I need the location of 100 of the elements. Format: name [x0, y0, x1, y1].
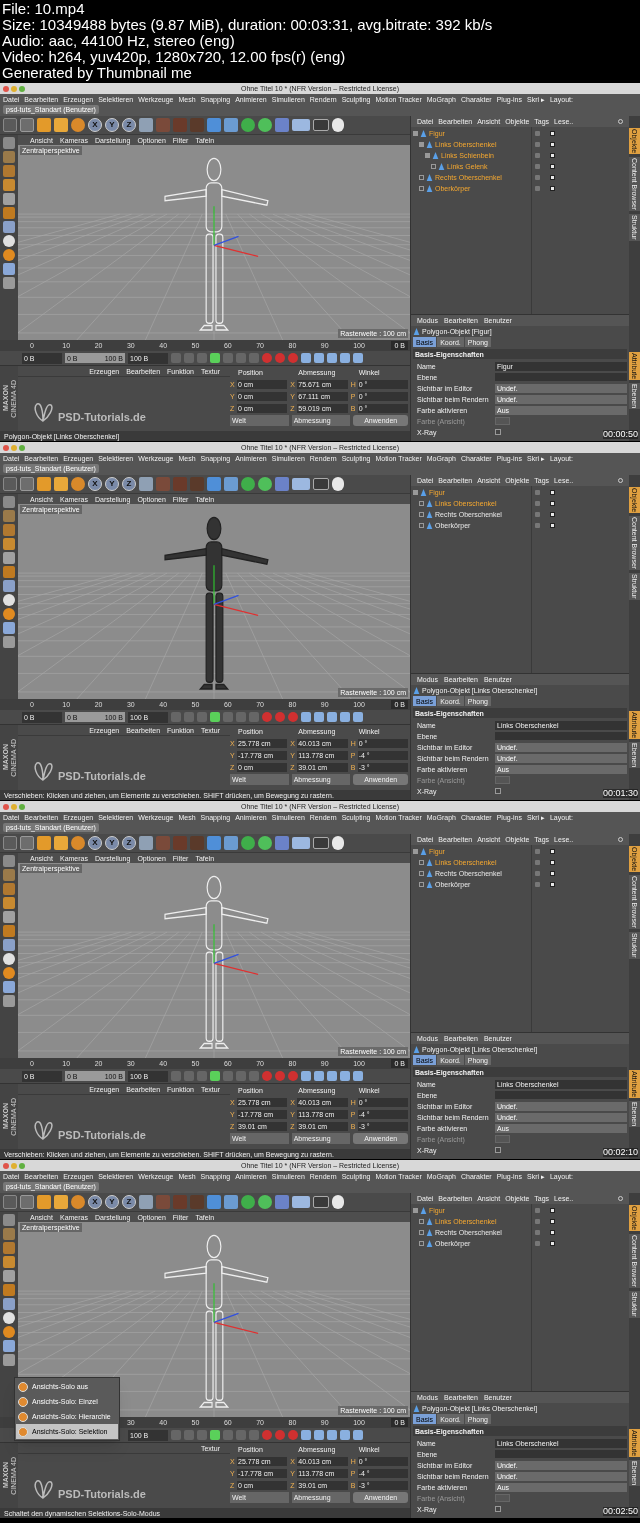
- close-window-icon[interactable]: [3, 803, 9, 810]
- expand-toggle-icon[interactable]: [425, 153, 430, 158]
- visibility-dots-icon[interactable]: [535, 1219, 540, 1224]
- tag-icon[interactable]: [550, 512, 555, 517]
- xray-checkbox[interactable]: [495, 788, 501, 794]
- tag-icon[interactable]: [550, 882, 555, 887]
- visibility-dots-icon[interactable]: [535, 131, 540, 136]
- tag-icon[interactable]: [550, 1241, 555, 1246]
- visibility-dots-icon[interactable]: [535, 849, 540, 854]
- axis-lock-button[interactable]: Y: [105, 1195, 119, 1209]
- expand-toggle-icon[interactable]: [419, 142, 424, 147]
- expand-toggle-icon[interactable]: [431, 164, 436, 169]
- expand-toggle-icon[interactable]: [419, 871, 424, 876]
- axis-lock-button[interactable]: X: [88, 1195, 102, 1209]
- expand-toggle-icon[interactable]: [419, 882, 424, 887]
- watermark-logo-text: PSD-Tutorials.de: [58, 412, 146, 423]
- color-swatch[interactable]: [495, 1135, 510, 1143]
- tag-icon[interactable]: [550, 164, 555, 169]
- tag-icon[interactable]: [550, 523, 555, 528]
- expand-toggle-icon[interactable]: [413, 1208, 418, 1213]
- xray-checkbox[interactable]: [495, 1506, 501, 1512]
- visibility-dots-icon[interactable]: [535, 1241, 540, 1246]
- tag-icon[interactable]: [550, 153, 555, 158]
- polygon-object-icon: [413, 328, 420, 335]
- axis-lock-button[interactable]: Z: [122, 1195, 136, 1209]
- zoom-window-icon[interactable]: [19, 85, 25, 92]
- close-window-icon[interactable]: [3, 85, 9, 92]
- expand-toggle-icon[interactable]: [419, 175, 424, 180]
- axis-lock-button[interactable]: X: [88, 477, 102, 491]
- axis-lock-button[interactable]: X: [88, 836, 102, 850]
- minimize-window-icon[interactable]: [11, 1162, 17, 1169]
- visibility-dots-icon[interactable]: [535, 1230, 540, 1235]
- visibility-dots-icon[interactable]: [535, 871, 540, 876]
- visibility-dots-icon[interactable]: [535, 153, 540, 158]
- tag-icon[interactable]: [550, 871, 555, 876]
- expand-toggle-icon[interactable]: [413, 849, 418, 854]
- zoom-window-icon[interactable]: [19, 444, 25, 451]
- expand-toggle-icon[interactable]: [419, 523, 424, 528]
- axis-lock-button[interactable]: Y: [105, 477, 119, 491]
- color-swatch[interactable]: [495, 776, 510, 784]
- tag-icon[interactable]: [550, 186, 555, 191]
- tag-icon[interactable]: [550, 1208, 555, 1213]
- tag-icon[interactable]: [550, 501, 555, 506]
- expand-toggle-icon[interactable]: [419, 1219, 424, 1224]
- file-info-line: Generated by Thumbnail me: [2, 65, 193, 81]
- file-info-line: Size: 10349488 bytes (9.87 MiB), duration: 00:03:31, avg.bitrate: 392 kb/s: [2, 17, 494, 33]
- butterfly-logo-icon: [32, 1119, 54, 1141]
- tag-icon[interactable]: [550, 142, 555, 147]
- tag-icon[interactable]: [550, 849, 555, 854]
- expand-toggle-icon[interactable]: [419, 1230, 424, 1235]
- tag-icon[interactable]: [550, 860, 555, 865]
- visibility-dots-icon[interactable]: [535, 142, 540, 147]
- visibility-dots-icon[interactable]: [535, 490, 540, 495]
- expand-toggle-icon[interactable]: [413, 490, 418, 495]
- axis-lock-button[interactable]: Y: [105, 836, 119, 850]
- watermark-logo-text: PSD-Tutorials.de: [58, 1130, 146, 1141]
- axis-lock-button[interactable]: Z: [122, 118, 136, 132]
- file-info-line: Video: h264, yuv420p, 1280x720, 12.00 fps(r) (eng): [2, 49, 347, 65]
- polygon-object-icon: [413, 1046, 420, 1053]
- axis-lock-button[interactable]: Z: [122, 477, 136, 491]
- expand-toggle-icon[interactable]: [419, 501, 424, 506]
- video-timestamp: 00:01:30: [602, 789, 638, 798]
- visibility-dots-icon[interactable]: [535, 501, 540, 506]
- visibility-dots-icon[interactable]: [535, 860, 540, 865]
- color-swatch[interactable]: [495, 417, 510, 425]
- tag-icon[interactable]: [550, 131, 555, 136]
- xray-checkbox[interactable]: [495, 429, 501, 435]
- zoom-window-icon[interactable]: [19, 803, 25, 810]
- expand-toggle-icon[interactable]: [413, 131, 418, 136]
- minimize-window-icon[interactable]: [11, 803, 17, 810]
- axis-lock-button[interactable]: Y: [105, 118, 119, 132]
- tag-icon[interactable]: [550, 1230, 555, 1235]
- visibility-dots-icon[interactable]: [535, 882, 540, 887]
- tag-icon[interactable]: [550, 1219, 555, 1224]
- color-swatch[interactable]: [495, 1494, 510, 1502]
- tag-icon[interactable]: [550, 490, 555, 495]
- visibility-dots-icon[interactable]: [535, 1208, 540, 1213]
- watermark-logo-text: PSD-Tutorials.de: [58, 1489, 146, 1500]
- visibility-dots-icon[interactable]: [535, 523, 540, 528]
- polygon-object-icon: [413, 1405, 420, 1412]
- video-timestamp: 00:02:50: [602, 1507, 638, 1516]
- close-window-icon[interactable]: [3, 444, 9, 451]
- axis-lock-button[interactable]: Z: [122, 836, 136, 850]
- visibility-dots-icon[interactable]: [535, 512, 540, 517]
- expand-toggle-icon[interactable]: [419, 860, 424, 865]
- visibility-dots-icon[interactable]: [535, 175, 540, 180]
- tag-icon[interactable]: [550, 175, 555, 180]
- expand-toggle-icon[interactable]: [419, 1241, 424, 1246]
- minimize-window-icon[interactable]: [11, 444, 17, 451]
- minimize-window-icon[interactable]: [11, 85, 17, 92]
- file-info-line: Audio: aac, 44100 Hz, stereo (eng): [2, 33, 236, 49]
- butterfly-logo-icon: [32, 401, 54, 423]
- zoom-window-icon[interactable]: [19, 1162, 25, 1169]
- axis-lock-button[interactable]: X: [88, 118, 102, 132]
- visibility-dots-icon[interactable]: [535, 186, 540, 191]
- expand-toggle-icon[interactable]: [419, 186, 424, 191]
- visibility-dots-icon[interactable]: [535, 164, 540, 169]
- xray-checkbox[interactable]: [495, 1147, 501, 1153]
- expand-toggle-icon[interactable]: [419, 512, 424, 517]
- close-window-icon[interactable]: [3, 1162, 9, 1169]
